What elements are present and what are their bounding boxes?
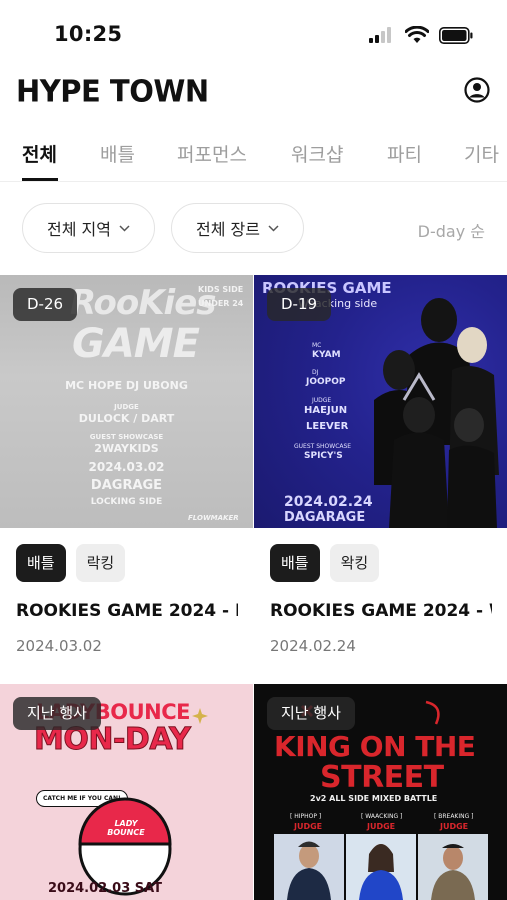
dday-badge: D-19 [267, 288, 332, 321]
tab-battle[interactable]: 배틀 [100, 140, 135, 167]
poster-judge-label: JUDGE [114, 403, 139, 411]
event-card[interactable]: ROOKIES GAME Waacking side MC KYAM DJ JO… [254, 275, 507, 675]
past-event-badge: 지난 행사 [267, 697, 355, 730]
battery-icon [439, 26, 473, 44]
poster-venue: DAGRAGE [90, 478, 163, 493]
genre-chips: 배틀 왁킹 [270, 544, 380, 582]
tab-all[interactable]: 전체 [22, 140, 57, 167]
poster-title-line2: GAME [72, 321, 200, 367]
poster-side: KIDS SIDE [198, 285, 244, 294]
tab-etc[interactable]: 기타 [464, 140, 499, 167]
genre-filter-label: 전체 장르 [196, 220, 260, 239]
event-poster[interactable]: LADYBOUNCE MON-DAY CATCH ME IF YOU CAN! … [0, 684, 253, 900]
event-poster[interactable]: RooKies GAME KIDS SIDE UNDER 24 MC HOPE … [0, 275, 253, 528]
chip-genre: 락킹 [75, 544, 126, 582]
poster-guest: 2WAYKIDS [94, 442, 159, 455]
event-card[interactable]: KING ON THE STREET 2v2 ALL SIDE MIXED BA… [254, 684, 507, 900]
region-filter[interactable]: 전체 지역 [22, 203, 155, 253]
tab-workshop[interactable]: 워크샵 [291, 140, 343, 167]
tab-performance[interactable]: 퍼포먼스 [177, 140, 247, 167]
genre-filter[interactable]: 전체 장르 [171, 203, 304, 253]
poster-guest-label: GUEST SHOWCASE [89, 433, 164, 441]
poster-sub: LOCKING SIDE [90, 497, 163, 507]
poster-ball-text: LADY BOUNCE [107, 819, 145, 837]
card-date: 2024.02.24 [270, 637, 356, 655]
poster-brand: FLOWMAKER [188, 514, 239, 522]
region-filter-label: 전체 지역 [47, 220, 111, 239]
poster-under: UNDER 24 [198, 299, 244, 308]
card-title: ROOKIES GAME 2024 - Waacking Side [270, 601, 492, 621]
poster-date: 2024.03.02 [88, 460, 165, 474]
event-poster[interactable]: ROOKIES GAME Waacking side MC KYAM DJ JO… [254, 275, 507, 528]
event-poster[interactable]: KING ON THE STREET 2v2 ALL SIDE MIXED BA… [254, 684, 507, 900]
event-card[interactable]: LADYBOUNCE MON-DAY CATCH ME IF YOU CAN! … [0, 684, 253, 900]
app-header: HYPE TOWN [0, 70, 507, 114]
sort-button[interactable]: D-day 순 [418, 218, 485, 242]
poster-title-line1: RooKies [70, 283, 217, 323]
past-event-badge: 지난 행사 [13, 697, 101, 730]
category-tabs: 전체 배틀 퍼포먼스 워크샵 파티 기타 [0, 128, 507, 182]
tab-party[interactable]: 파티 [387, 140, 422, 167]
status-icons [369, 26, 473, 44]
poster-judge: DULOCK / DART [78, 412, 175, 425]
genre-chips: 배틀 락킹 [16, 544, 126, 582]
chevron-down-icon [268, 224, 279, 232]
poster-mc: MC HOPE DJ UBONG [65, 379, 188, 392]
signal-icon [369, 27, 391, 43]
chip-genre: 왁킹 [329, 544, 380, 582]
active-tab-indicator [22, 178, 58, 181]
chip-category: 배틀 [16, 544, 66, 582]
profile-icon[interactable] [463, 76, 491, 104]
chip-category: 배틀 [270, 544, 320, 582]
status-bar: 10:25 [0, 0, 507, 68]
app-logo[interactable]: HYPE TOWN [16, 73, 209, 109]
poster-date: 2024.02.03 SAT [48, 881, 163, 896]
dday-badge: D-26 [13, 288, 78, 321]
event-card[interactable]: RooKies GAME KIDS SIDE UNDER 24 MC HOPE … [0, 275, 253, 675]
card-title: ROOKIES GAME 2024 - Locking Side [16, 601, 238, 621]
card-date: 2024.03.02 [16, 637, 102, 655]
status-time: 10:25 [54, 22, 123, 46]
wifi-icon [405, 26, 429, 43]
chevron-down-icon [119, 224, 130, 232]
